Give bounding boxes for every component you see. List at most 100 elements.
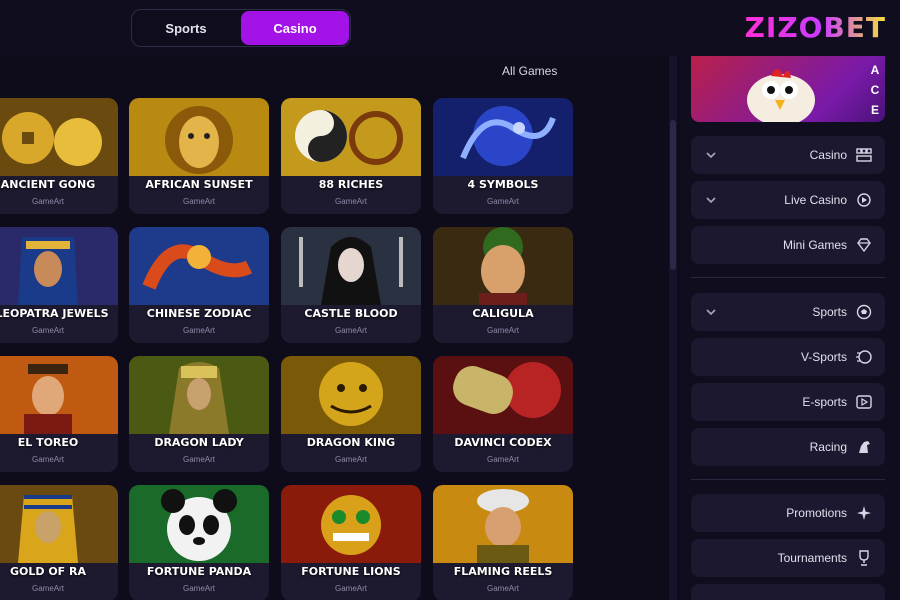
game-provider: GameArt xyxy=(31,326,64,335)
sidebar-item-label: V-Sports xyxy=(800,350,847,364)
game-provider: GameArt xyxy=(31,455,64,464)
game-name: Dragon Lady xyxy=(154,436,244,449)
game-card[interactable]: 88 Riches GameArt xyxy=(281,98,421,214)
sidebar-item-label: Live Casino xyxy=(784,193,847,207)
game-provider: GameArt xyxy=(182,197,215,206)
game-name: Fortune Lions xyxy=(301,565,401,578)
game-provider: GameArt xyxy=(486,455,519,464)
chevron-down-icon[interactable] xyxy=(705,194,717,206)
game-card[interactable]: Gold of Ra GameArt xyxy=(0,485,118,600)
game-name: Ancient Gong xyxy=(0,178,96,191)
v-sports-icon xyxy=(855,348,873,366)
game-thumbnail xyxy=(433,485,573,563)
game-thumbnail xyxy=(0,98,118,176)
game-name: Davinci Codex xyxy=(454,436,552,449)
game-card[interactable]: Dragon King GameArt xyxy=(281,356,421,472)
games-area: All Games 4 Symbols GameArt 88 Riches Ga… xyxy=(0,56,668,600)
horse-icon xyxy=(855,438,873,456)
game-card[interactable]: Fortune Lions GameArt xyxy=(281,485,421,600)
top-bar: Sports Casino ZIZOBET xyxy=(0,0,900,56)
sidebar-item-partial[interactable] xyxy=(691,584,885,600)
game-provider: GameArt xyxy=(334,326,367,335)
sidebar-item-label: Racing xyxy=(809,440,847,454)
game-thumbnail xyxy=(0,356,118,434)
banner-letters: A C E xyxy=(869,60,881,120)
game-thumbnail xyxy=(0,485,118,563)
game-thumbnail xyxy=(129,485,269,563)
game-card[interactable]: Cleopatra Jewels GameArt xyxy=(0,227,118,343)
game-thumbnail xyxy=(433,98,573,176)
sidebar-item-sports[interactable]: Sports xyxy=(691,293,885,331)
chevron-down-icon[interactable] xyxy=(705,149,717,161)
game-card[interactable]: Dragon Lady GameArt xyxy=(129,356,269,472)
game-thumbnail xyxy=(433,227,573,305)
game-name: Gold of Ra xyxy=(9,565,87,578)
game-thumbnail xyxy=(281,356,421,434)
game-provider: GameArt xyxy=(486,326,519,335)
game-provider: GameArt xyxy=(31,197,64,206)
game-name: 88 Riches xyxy=(318,178,384,191)
game-name: Dragon King xyxy=(306,436,396,449)
game-name: Chinese Zodiac xyxy=(146,307,252,320)
game-thumbnail xyxy=(281,485,421,563)
game-card[interactable]: Flaming Reels GameArt xyxy=(433,485,573,600)
game-thumbnail xyxy=(129,227,269,305)
sidebar-item-live-casino[interactable]: Live Casino xyxy=(691,181,885,219)
game-card[interactable]: Caligula GameArt xyxy=(433,227,573,343)
game-card[interactable]: Ancient Gong GameArt xyxy=(0,98,118,214)
game-provider: GameArt xyxy=(182,584,215,593)
sidebar-divider xyxy=(691,277,885,278)
sidebar-item-label: Promotions xyxy=(786,506,847,520)
chevron-down-icon[interactable] xyxy=(705,306,717,318)
game-name: African Sunset xyxy=(145,178,253,191)
game-name: Castle Blood xyxy=(304,307,398,320)
game-name: El Toreo xyxy=(17,436,79,449)
game-provider: GameArt xyxy=(31,584,64,593)
tab-sports[interactable]: Sports xyxy=(132,10,240,46)
sidebar-item-mini-games[interactable]: Mini Games xyxy=(691,226,885,264)
sidebar-item-v-sports[interactable]: V-Sports xyxy=(691,338,885,376)
scrollbar-thumb[interactable] xyxy=(670,120,676,270)
game-card[interactable]: Chinese Zodiac GameArt xyxy=(129,227,269,343)
game-name: Cleopatra Jewels xyxy=(0,307,109,320)
diamond-icon xyxy=(855,236,873,254)
trophy-icon xyxy=(855,549,873,567)
game-provider: GameArt xyxy=(334,455,367,464)
game-card[interactable]: African Sunset GameArt xyxy=(129,98,269,214)
esports-icon xyxy=(855,393,873,411)
live-casino-icon xyxy=(855,191,873,209)
sidebar-divider xyxy=(691,479,885,480)
game-provider: GameArt xyxy=(182,326,215,335)
sidebar-item-promotions[interactable]: Promotions xyxy=(691,494,885,532)
sidebar-item-label: E-sports xyxy=(802,395,847,409)
promo-banner[interactable]: A C E xyxy=(691,56,885,122)
tab-casino[interactable]: Casino xyxy=(241,11,349,45)
game-provider: GameArt xyxy=(486,197,519,206)
sidebar-item-label: Sports xyxy=(812,305,847,319)
section-title: All Games xyxy=(502,64,558,78)
sidebar-item-e-sports[interactable]: E-sports xyxy=(691,383,885,421)
sidebar-item-racing[interactable]: Racing xyxy=(691,428,885,466)
game-card[interactable]: Castle Blood GameArt xyxy=(281,227,421,343)
game-card[interactable]: El Toreo GameArt xyxy=(0,356,118,472)
game-thumbnail xyxy=(281,227,421,305)
game-provider: GameArt xyxy=(182,455,215,464)
logo[interactable]: ZIZOBET xyxy=(734,10,886,44)
sidebar-item-tournaments[interactable]: Tournaments xyxy=(691,539,885,577)
sidebar-item-label: Mini Games xyxy=(782,238,847,252)
game-card[interactable]: Fortune Panda GameArt xyxy=(129,485,269,600)
chicken-illustration xyxy=(747,69,815,122)
sidebar-item-casino[interactable]: Casino xyxy=(691,136,885,174)
game-thumbnail xyxy=(129,356,269,434)
dice-grid-icon xyxy=(855,146,873,164)
product-tabs: Sports Casino xyxy=(131,9,351,47)
game-name: Caligula xyxy=(472,307,534,320)
game-thumbnail xyxy=(281,98,421,176)
game-provider: GameArt xyxy=(486,584,519,593)
sidebar: A C E Casino Live Casino Mini Games Spor… xyxy=(680,56,900,600)
sidebar-item-label: Casino xyxy=(809,148,847,162)
game-card[interactable]: 4 Symbols GameArt xyxy=(433,98,573,214)
game-name: Fortune Panda xyxy=(146,565,252,578)
banner-letter: C xyxy=(870,83,880,97)
game-card[interactable]: Davinci Codex GameArt xyxy=(433,356,573,472)
